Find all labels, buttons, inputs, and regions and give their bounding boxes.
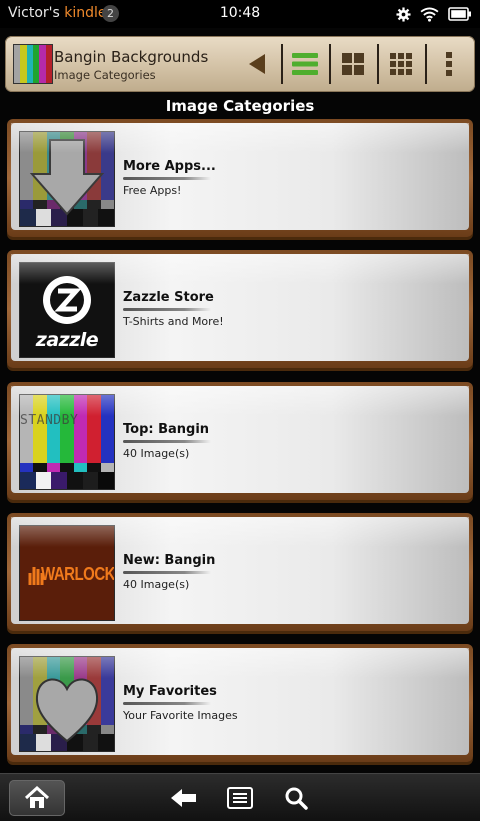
name-underline (123, 308, 211, 311)
category-item-more-apps[interactable]: More Apps... Free Apps! (7, 119, 473, 237)
app-title: Bangin Backgrounds (54, 48, 209, 66)
category-item-top-bangin[interactable]: STANDBY Top: Bangin 40 Image(s) (7, 382, 473, 500)
menu-icon (227, 787, 253, 809)
overflow-menu-icon (446, 52, 452, 76)
action-bar: Bangin Backgrounds Image Categories (5, 36, 475, 92)
warlock-wordmark: WARLOCK (41, 563, 115, 586)
back-arrow-icon (249, 54, 265, 74)
overflow-menu-button[interactable] (427, 42, 471, 86)
home-button[interactable] (9, 780, 65, 816)
back-icon (171, 789, 196, 807)
category-panel: zazzle Zazzle Store T-Shirts and More! (11, 254, 469, 361)
grid-view-small-icon (390, 53, 412, 75)
back-arrow-button[interactable] (235, 42, 279, 86)
wifi-icon[interactable] (420, 6, 439, 22)
grid-view-small-button[interactable] (379, 42, 423, 86)
category-item-new-bangin[interactable]: WARLOCK New: Bangin 40 Image(s) (7, 513, 473, 631)
zazzle-wordmark: zazzle (35, 329, 99, 351)
name-underline (123, 571, 211, 574)
name-underline (123, 177, 211, 180)
battery-icon[interactable] (448, 7, 472, 21)
app-subtitle: Image Categories (54, 68, 156, 82)
section-title: Image Categories (165, 97, 315, 115)
category-name: New: Bangin (123, 553, 216, 568)
category-item-my-favorites[interactable]: My Favorites Your Favorite Images (7, 644, 473, 762)
name-underline (123, 440, 211, 443)
thumbnail-zazzle: zazzle (19, 262, 115, 358)
category-panel: STANDBY Top: Bangin 40 Image(s) (11, 386, 469, 493)
grid-view-large-button[interactable] (331, 42, 375, 86)
thumbnail-warlock: WARLOCK (19, 525, 115, 621)
category-description: Your Favorite Images (123, 709, 238, 722)
bottom-navigation-bar (0, 773, 480, 821)
app-title-block: Bangin Backgrounds Image Categories (54, 48, 208, 82)
grid-view-large-icon (342, 53, 364, 75)
search-icon (285, 787, 308, 810)
download-arrow-icon (29, 139, 105, 216)
gear-icon[interactable] (396, 6, 411, 22)
category-panel: WARLOCK New: Bangin 40 Image(s) (11, 517, 469, 624)
name-underline (123, 702, 211, 705)
category-description: 40 Image(s) (123, 447, 190, 460)
standby-overlay-text: STANDBY (20, 413, 79, 428)
status-bar: Victor's kindle 2 10:48 (0, 0, 480, 28)
category-name: Zazzle Store (123, 290, 214, 305)
list-view-button[interactable] (283, 42, 327, 86)
category-description: Free Apps! (123, 184, 182, 197)
category-description: 40 Image(s) (123, 578, 190, 591)
category-name: My Favorites (123, 684, 217, 699)
search-button[interactable] (278, 780, 314, 816)
heart-icon (35, 678, 99, 743)
thumbnail-more-apps (19, 131, 115, 227)
category-name: More Apps... (123, 159, 216, 174)
list-view-icon (292, 53, 318, 75)
home-icon (24, 786, 50, 808)
category-name: Top: Bangin (123, 422, 210, 437)
category-item-zazzle-store[interactable]: zazzle Zazzle Store T-Shirts and More! (7, 250, 473, 368)
thumbnail-standby: STANDBY (19, 394, 115, 490)
category-panel: My Favorites Your Favorite Images (11, 648, 469, 755)
app-icon[interactable] (13, 44, 53, 84)
category-description: T-Shirts and More! (123, 315, 224, 328)
menu-button[interactable] (222, 780, 258, 816)
thumbnail-heart (19, 656, 115, 752)
back-button[interactable] (166, 780, 202, 816)
category-panel: More Apps... Free Apps! (11, 123, 469, 230)
